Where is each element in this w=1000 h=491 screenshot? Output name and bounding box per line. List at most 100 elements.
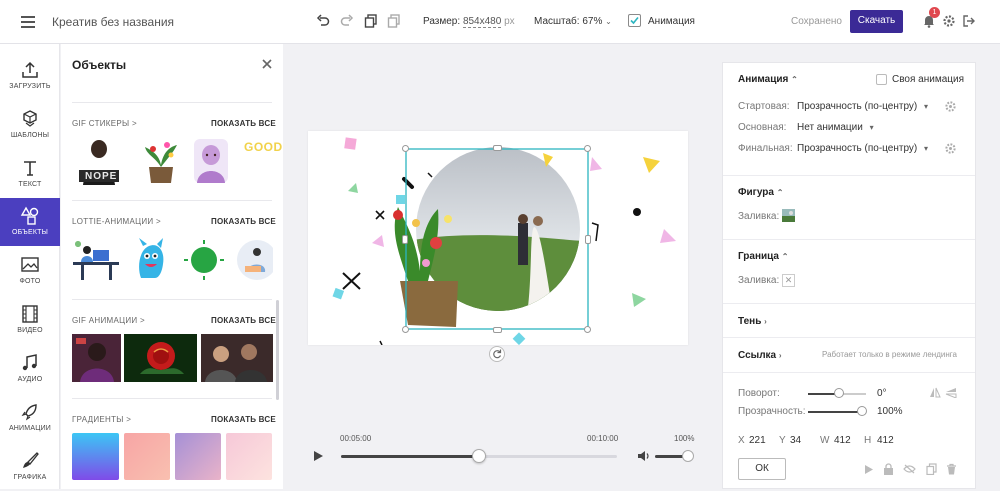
- flip-vertical-icon[interactable]: [945, 387, 957, 398]
- section-lottie-title[interactable]: LOTTIE-АНИМАЦИИ >: [72, 217, 161, 226]
- rail-item-text[interactable]: ТЕКСТ: [0, 150, 60, 198]
- sticker-good[interactable]: GOOD: [244, 140, 283, 154]
- gradient-peach[interactable]: [124, 433, 170, 480]
- redo-icon[interactable]: [340, 14, 354, 28]
- rail-item-objects[interactable]: ОБЪЕКТЫ: [0, 198, 60, 246]
- rail-item-upload[interactable]: ЗАГРУЗИТЬ: [0, 52, 60, 100]
- gif-thumb-rose[interactable]: [124, 334, 197, 382]
- resize-handle-left[interactable]: [402, 235, 408, 244]
- divider: [723, 239, 975, 240]
- lottie-reading-person[interactable]: [235, 238, 273, 282]
- lottie-green-circle[interactable]: [184, 238, 224, 282]
- sticker-girl[interactable]: [188, 137, 234, 185]
- artboard[interactable]: [308, 131, 688, 346]
- timeline-current-time: 00:05:00: [340, 434, 372, 443]
- resize-handle-right[interactable]: [585, 235, 591, 244]
- image-fill-swatch-icon[interactable]: [782, 209, 795, 222]
- w-input[interactable]: 412: [834, 435, 851, 446]
- no-fill-swatch-icon[interactable]: ✕: [782, 274, 795, 287]
- copy-icon[interactable]: [926, 463, 937, 475]
- rotate-handle[interactable]: [489, 346, 505, 362]
- sticker-nope[interactable]: NOPE: [73, 137, 125, 185]
- copy-icon[interactable]: [364, 14, 378, 28]
- resize-handle-tr[interactable]: [584, 145, 591, 152]
- rail-item-animations[interactable]: АНИМАЦИИ: [0, 394, 60, 442]
- sticker-plant[interactable]: [141, 137, 181, 185]
- animation-checkbox[interactable]: [628, 14, 641, 27]
- y-input[interactable]: 34: [790, 435, 801, 446]
- play-icon[interactable]: [312, 450, 324, 462]
- menu-icon[interactable]: [21, 13, 35, 31]
- gear-icon[interactable]: [943, 15, 955, 27]
- close-icon[interactable]: [262, 59, 272, 69]
- h-input[interactable]: 412: [877, 435, 894, 446]
- x-input[interactable]: 221: [749, 435, 766, 446]
- resize-handle-top[interactable]: [493, 145, 502, 151]
- show-all-stickers-button[interactable]: ПОКАЗАТЬ ВСЕ: [211, 119, 276, 128]
- play-icon[interactable]: [863, 464, 874, 475]
- link-note: Работает только в режиме лендинга: [822, 350, 957, 359]
- opacity-slider-knob[interactable]: [857, 406, 867, 416]
- gear-icon[interactable]: [945, 143, 956, 154]
- rail-item-graphics[interactable]: ГРАФИКА: [0, 443, 60, 491]
- ok-button[interactable]: ОК: [738, 458, 786, 480]
- animation-section-head[interactable]: Анимация ⌃: [738, 74, 798, 85]
- size-control[interactable]: Размер: 854x480 px: [423, 16, 515, 28]
- rail-item-photo[interactable]: ФОТО: [0, 247, 60, 295]
- main-anim-dropdown[interactable]: Нет анимации ▾: [797, 122, 874, 133]
- shadow-section-head[interactable]: Тень ›: [738, 316, 767, 327]
- document-title[interactable]: Креатив без названия: [52, 15, 174, 29]
- section-gradients-title[interactable]: ГРАДИЕНТЫ >: [72, 415, 131, 424]
- eye-off-icon[interactable]: [903, 464, 916, 474]
- chevron-down-icon: ⌄: [605, 17, 612, 26]
- y-label: Y: [779, 435, 786, 446]
- show-all-gradients-button[interactable]: ПОКАЗАТЬ ВСЕ: [211, 415, 276, 424]
- resize-handle-bottom[interactable]: [493, 327, 502, 333]
- rail-item-audio[interactable]: АУДИО: [0, 345, 60, 393]
- upload-icon: [22, 61, 38, 78]
- lottie-monster[interactable]: [133, 238, 167, 282]
- divider: [723, 175, 975, 176]
- gear-icon[interactable]: [945, 101, 956, 112]
- undo-icon[interactable]: [316, 14, 330, 28]
- top-bar: Креатив без названия Размер: 854x480 px …: [0, 0, 1000, 44]
- rail-item-templates[interactable]: ШАБЛОНЫ: [0, 101, 60, 149]
- resize-handle-br[interactable]: [584, 326, 591, 333]
- volume-knob[interactable]: [682, 450, 694, 462]
- section-gif-animations-title[interactable]: GIF АНИМАЦИИ >: [72, 316, 145, 325]
- own-animation-checkbox[interactable]: [876, 74, 887, 85]
- final-anim-dropdown[interactable]: Прозрачность (по-центру) ▾: [797, 143, 928, 154]
- zoom-dropdown[interactable]: Масштаб: 67% ⌄: [534, 16, 612, 27]
- resize-handle-tl[interactable]: [402, 145, 409, 152]
- rotate-slider-knob[interactable]: [834, 388, 844, 398]
- gif-thumb-person[interactable]: [72, 334, 121, 382]
- size-value[interactable]: 854x480: [462, 16, 502, 28]
- gradient-pink[interactable]: [226, 433, 272, 480]
- show-all-gif-button[interactable]: ПОКАЗАТЬ ВСЕ: [211, 316, 276, 325]
- show-all-lottie-button[interactable]: ПОКАЗАТЬ ВСЕ: [211, 217, 276, 226]
- border-section-head[interactable]: Граница ⌃: [738, 251, 788, 262]
- timeline-scrubber[interactable]: [472, 449, 486, 463]
- start-anim-dropdown[interactable]: Прозрачность (по-центру) ▾: [797, 101, 928, 112]
- duplicate-icon[interactable]: [387, 14, 401, 28]
- flip-horizontal-icon[interactable]: [929, 387, 941, 398]
- speaker-icon[interactable]: [637, 450, 651, 462]
- lock-icon[interactable]: [883, 463, 894, 475]
- border-fill-label: Заливка:: [738, 275, 780, 286]
- trash-icon[interactable]: [946, 463, 957, 475]
- panel-scrollbar[interactable]: [276, 300, 279, 400]
- gradient-blue-purple[interactable]: [72, 433, 119, 480]
- timeline-progress: [341, 455, 479, 458]
- resize-handle-bl[interactable]: [402, 326, 409, 333]
- gif-thumb-crowd[interactable]: [201, 334, 273, 382]
- link-section-head[interactable]: Ссылка ›: [738, 350, 782, 361]
- download-button[interactable]: Скачать: [850, 10, 903, 33]
- lottie-workspace[interactable]: [71, 238, 121, 282]
- section-gif-stickers-title[interactable]: GIF СТИКЕРЫ >: [72, 119, 137, 128]
- text-icon: [24, 161, 36, 176]
- templates-icon: [23, 110, 37, 127]
- shape-section-head[interactable]: Фигура ⌃: [738, 187, 783, 198]
- rail-item-video[interactable]: ВИДЕО: [0, 296, 60, 344]
- logout-icon[interactable]: [963, 15, 975, 27]
- gradient-lavender[interactable]: [175, 433, 221, 480]
